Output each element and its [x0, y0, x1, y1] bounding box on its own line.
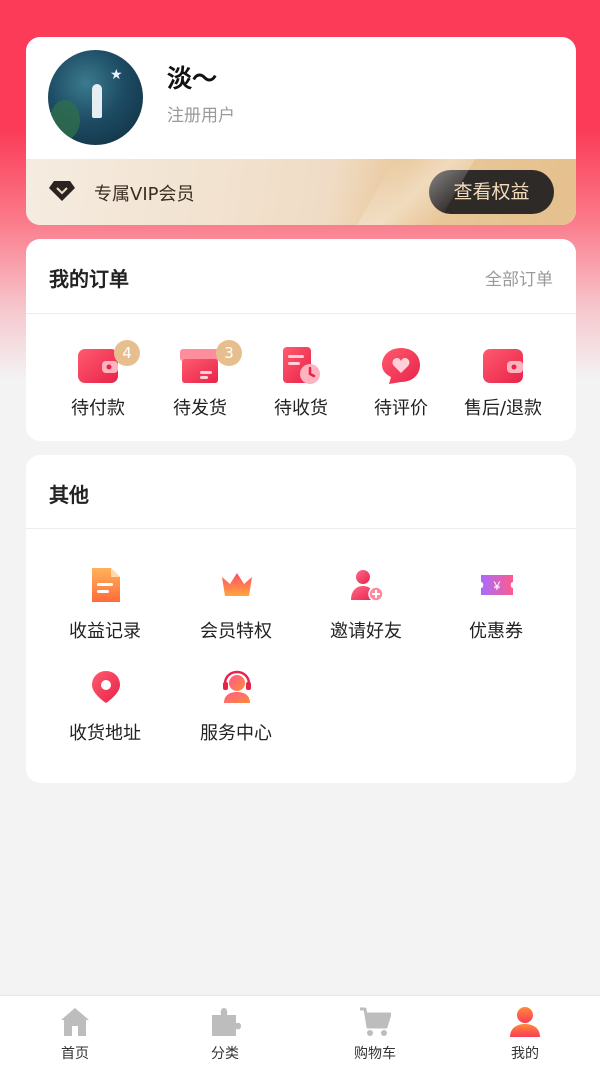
other-card: 其他 收益记录 会员特权 邀请好友 ¥ 优惠券 收货地址 服务中心 — [26, 455, 576, 783]
other-title: 其他 — [49, 483, 89, 507]
bottom-nav: 首页 分类 购物车 我的 — [0, 995, 600, 1067]
order-item-label: 售后/退款 — [463, 398, 543, 419]
heart-chat-icon — [382, 348, 420, 384]
service-label: 服务中心 — [200, 723, 272, 744]
badge-count: 4 — [114, 340, 140, 366]
service-label: 会员特权 — [200, 621, 272, 642]
nav-item-cart[interactable]: 购物车 — [325, 1004, 425, 1064]
order-item-label: 待付款 — [71, 398, 125, 419]
avatar[interactable]: ★ — [48, 50, 143, 145]
orders-card: 我的订单 全部订单 4 待付款 3 待发货 待收货 待评价 售后/退款 — [26, 239, 576, 441]
user-name: 淡～ — [167, 64, 218, 93]
diamond-icon — [49, 181, 75, 201]
cart-icon — [360, 1007, 391, 1036]
service-label: 收益记录 — [69, 621, 141, 642]
nav-item-home[interactable]: 首页 — [25, 1004, 125, 1064]
order-item-label: 待收货 — [274, 398, 328, 419]
order-item-pending-shipment[interactable]: 3 待发货 — [145, 340, 255, 427]
order-item-pending-payment[interactable]: 4 待付款 — [43, 340, 153, 427]
service-service-center[interactable]: 服务中心 — [171, 670, 301, 750]
service-label: 收货地址 — [69, 723, 141, 744]
nav-label: 分类 — [211, 1046, 239, 1062]
document-icon — [92, 568, 120, 602]
service-coupons[interactable]: ¥ 优惠券 — [431, 568, 561, 648]
order-item-pending-review[interactable]: 待评价 — [346, 347, 456, 427]
box-icon — [180, 349, 220, 383]
order-item-pending-receipt[interactable]: 待收货 — [246, 347, 356, 427]
service-member-privileges[interactable]: 会员特权 — [171, 568, 301, 648]
divider — [26, 528, 576, 529]
crown-icon — [222, 573, 252, 596]
view-benefits-button[interactable]: 查看权益 — [429, 170, 554, 214]
service-label: 优惠券 — [469, 621, 523, 642]
nav-label: 购物车 — [354, 1046, 396, 1062]
vip-bar: 专属VIP会员 查看权益 — [26, 159, 576, 225]
coupon-icon: ¥ — [481, 575, 513, 595]
nav-item-mine[interactable]: 我的 — [475, 1004, 575, 1064]
divider — [26, 313, 576, 314]
nav-label: 我的 — [511, 1046, 539, 1062]
add-user-icon — [351, 570, 384, 602]
vip-label: 专属VIP会员 — [94, 184, 195, 205]
service-shipping-address[interactable]: 收货地址 — [40, 670, 170, 750]
orders-title: 我的订单 — [49, 267, 129, 291]
home-icon — [61, 1008, 89, 1036]
service-invite-friends[interactable]: 邀请好友 — [301, 568, 431, 648]
location-pin-icon — [92, 671, 120, 703]
order-item-refund[interactable]: 售后/退款 — [448, 347, 558, 427]
service-earnings-record[interactable]: 收益记录 — [40, 568, 170, 648]
svg-text:¥: ¥ — [493, 579, 501, 593]
nav-item-category[interactable]: 分类 — [175, 1004, 275, 1064]
user-icon — [510, 1007, 540, 1037]
nav-label: 首页 — [61, 1046, 89, 1062]
badge-count: 3 — [216, 340, 242, 366]
puzzle-icon — [212, 1008, 241, 1036]
service-label: 邀请好友 — [330, 621, 402, 642]
receipt-clock-icon — [283, 347, 320, 384]
refund-wallet-icon — [483, 349, 523, 383]
order-item-label: 待评价 — [374, 398, 428, 419]
user-role: 注册用户 — [167, 106, 235, 126]
headset-icon — [223, 670, 251, 703]
order-item-label: 待发货 — [173, 398, 227, 419]
wallet-icon — [78, 349, 118, 383]
all-orders-link[interactable]: 全部订单 — [485, 265, 553, 290]
profile-card: ★ 淡～ 注册用户 专属VIP会员 查看权益 — [26, 37, 576, 225]
